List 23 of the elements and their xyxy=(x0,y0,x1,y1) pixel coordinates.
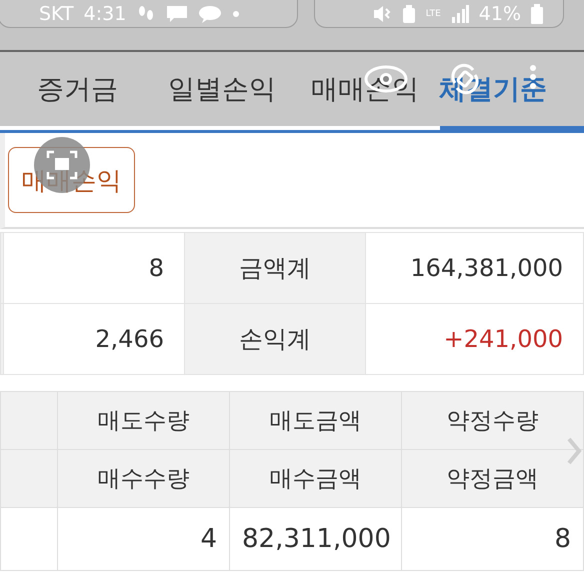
column-header: 매도금액 xyxy=(270,408,362,434)
tab[interactable]: 증거금 xyxy=(37,52,118,126)
column-header: 매도수량 xyxy=(98,408,190,434)
tab[interactable]: 일별손익 xyxy=(168,52,276,126)
battery-saver-icon xyxy=(402,4,416,22)
signal-icon xyxy=(450,4,469,22)
table-cell: 8 xyxy=(4,232,184,304)
table-cell: 8 xyxy=(554,524,571,554)
dot-icon xyxy=(232,10,240,18)
column-header: 매수수량 xyxy=(98,466,190,492)
table-cell: 4 xyxy=(200,524,217,554)
table-cell: 금액계 xyxy=(184,232,366,304)
battery-icon xyxy=(531,4,543,24)
table-cell: 82,311,000 xyxy=(242,524,391,554)
vibrate-icon xyxy=(372,4,392,22)
column-header: 매수금액 xyxy=(270,466,362,492)
message-icon xyxy=(166,4,188,22)
table-cell: +241,000 xyxy=(366,304,584,374)
table-cell: 손익계 xyxy=(184,304,366,374)
table-cell: 164,381,000 xyxy=(366,232,584,304)
column-header: 약정수량 xyxy=(446,408,538,434)
chat-bubble-icon xyxy=(198,4,222,22)
column-header: 약정금액 xyxy=(446,466,538,492)
